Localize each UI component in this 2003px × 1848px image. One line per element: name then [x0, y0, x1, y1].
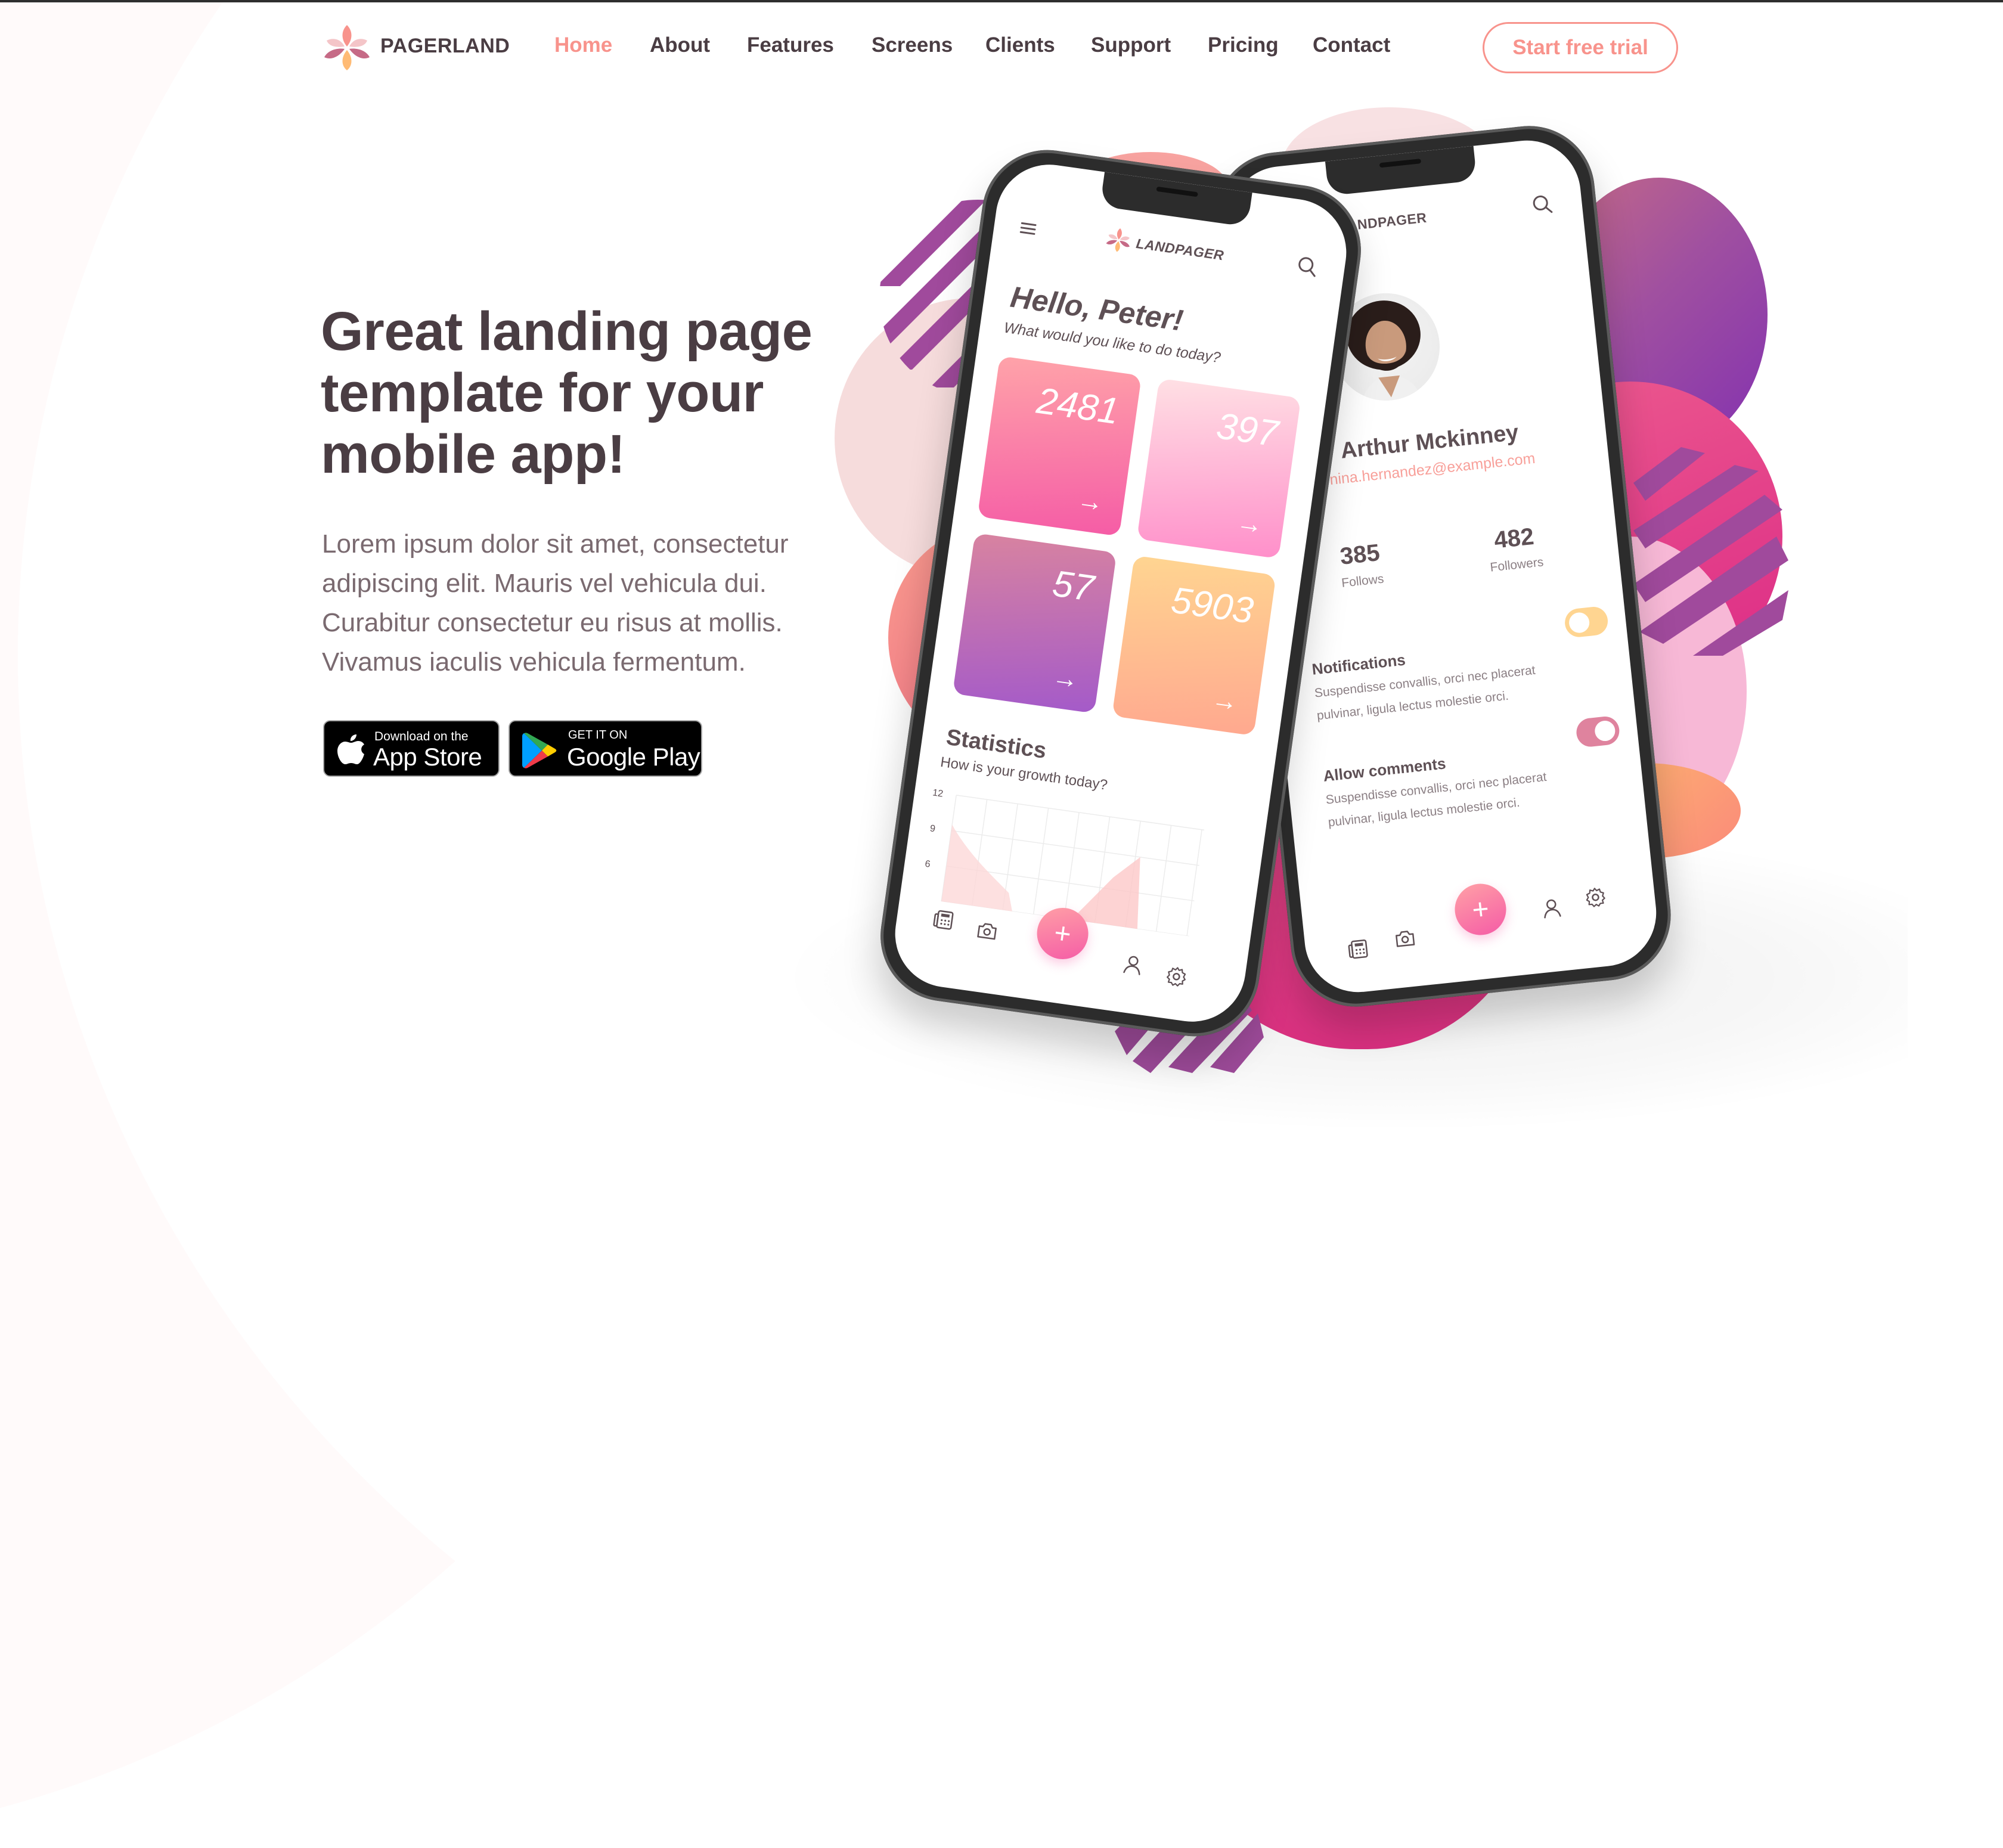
app-header: LANDPAGER [991, 205, 1347, 296]
calculator-icon[interactable] [1347, 938, 1371, 962]
hamburger-menu-icon[interactable] [1019, 222, 1037, 235]
stat-tile[interactable]: 57 → [952, 533, 1117, 714]
nav-clients[interactable]: Clients [985, 33, 1055, 57]
camera-icon[interactable] [1393, 926, 1417, 950]
lead-line: Lorem ipsum dolor sit amet, consectetur [322, 529, 789, 559]
toggle-knob [1566, 609, 1593, 636]
camera-icon[interactable] [975, 919, 1000, 943]
arrow-right-icon: → [1050, 662, 1081, 695]
stat-tile[interactable]: 397 → [1136, 378, 1301, 559]
lead-line: Vivamus iaculis vehicula fermentum. [322, 647, 746, 677]
toggle-knob [1592, 718, 1618, 745]
user-icon[interactable] [1540, 896, 1564, 920]
tile-value: 2481 [1034, 380, 1122, 433]
chart-tick-label: 9 [929, 823, 936, 834]
google-play-big-label: Google Play [567, 743, 700, 771]
add-fab-button[interactable]: + [1034, 904, 1092, 963]
tile-value: 57 [1050, 563, 1097, 610]
nav-support[interactable]: Support [1091, 33, 1171, 57]
app-brand: LANDPAGER [1135, 235, 1225, 263]
search-icon[interactable] [1295, 255, 1320, 279]
app-store-big-label: App Store [373, 743, 482, 771]
app-logo-icon [1106, 228, 1130, 252]
app-store-small-label: Download on the [374, 730, 469, 743]
stat-tile[interactable]: 2481 → [977, 355, 1142, 537]
arrow-right-icon: → [1210, 684, 1240, 717]
nav-home[interactable]: Home [554, 33, 612, 57]
user-icon[interactable] [1121, 953, 1145, 977]
headline-line: mobile app! [321, 424, 625, 485]
setting-allow-comments: Allow comments Suspendisse convallis, or… [1322, 735, 1638, 835]
settings-gear-icon[interactable] [1164, 965, 1189, 989]
site-header: PAGERLAND Home About Features Screens Cl… [0, 0, 2003, 95]
stat-value: 482 [1493, 523, 1536, 554]
app-bottom-nav: + [1298, 842, 1661, 997]
nav-features[interactable]: Features [747, 33, 834, 57]
tile-value: 5903 [1168, 579, 1256, 632]
hero-headline: Great landing page template for your mob… [321, 301, 857, 485]
lead-line: Curabitur consectetur eu risus at mollis… [322, 608, 783, 637]
brand-logo-icon[interactable] [322, 23, 372, 73]
lead-line: adipiscing elit. Mauris vel vehicula dui… [322, 569, 767, 598]
tile-value: 397 [1214, 405, 1281, 455]
headline-line: Great landing page [321, 301, 813, 362]
headline-line: template for your [321, 362, 764, 423]
stat-tile[interactable]: 5903 → [1112, 555, 1276, 736]
google-play-icon [522, 733, 557, 768]
nav-about[interactable]: About [650, 33, 710, 57]
add-fab-button[interactable]: + [1452, 881, 1509, 938]
apple-icon [337, 734, 364, 764]
arrow-right-icon: → [1075, 485, 1106, 518]
google-play-small-label: GET IT ON [568, 728, 628, 742]
phone-notch [1100, 172, 1252, 227]
nav-pricing[interactable]: Pricing [1208, 33, 1279, 57]
start-free-trial-button[interactable]: Start free trial [1483, 22, 1678, 73]
setting-notifications: Notifications Suspendisse convallis, orc… [1311, 628, 1626, 728]
brand-name[interactable]: PAGERLAND [380, 35, 510, 58]
google-play-button[interactable]: GET IT ON Google Play [508, 720, 702, 777]
chart-tick-label: 12 [932, 787, 944, 799]
nav-screens[interactable]: Screens [872, 33, 953, 57]
calculator-icon[interactable] [932, 908, 956, 932]
nav-contact[interactable]: Contact [1313, 33, 1390, 57]
arrow-right-icon: → [1235, 507, 1265, 540]
hero-description: Lorem ipsum dolor sit amet, consectetur … [322, 525, 858, 682]
search-icon[interactable] [1531, 193, 1555, 216]
deco-stripes-right [1633, 447, 1788, 656]
app-store-button[interactable]: Download on the App Store [323, 720, 500, 777]
stat-followers[interactable]: 482 Followers [1453, 519, 1577, 578]
phone-notch [1325, 145, 1477, 196]
settings-gear-icon[interactable] [1584, 885, 1608, 909]
